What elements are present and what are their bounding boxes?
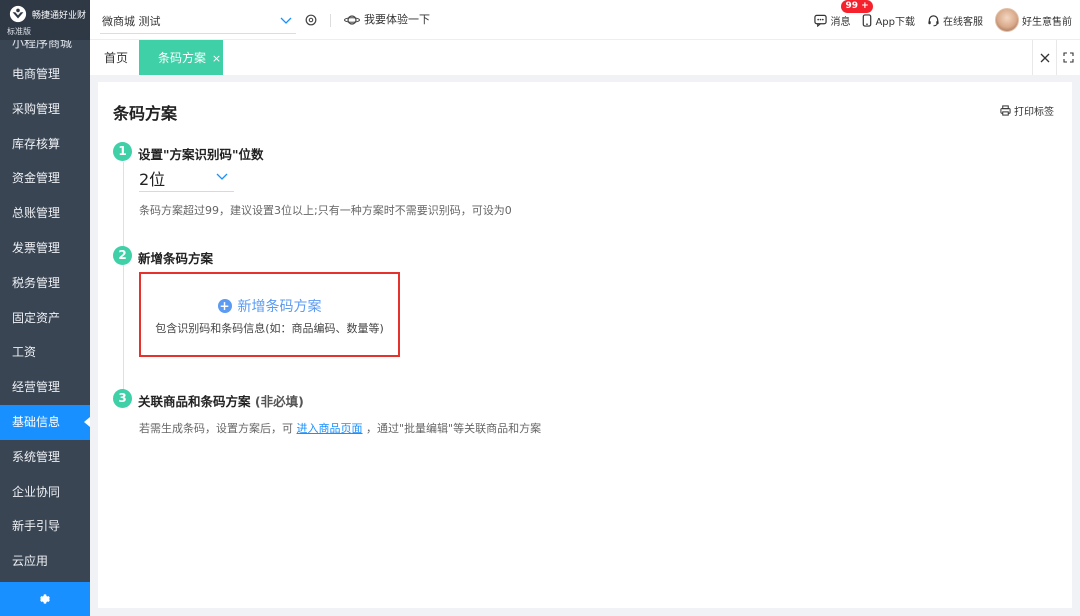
sidebar-item-inventory[interactable]: 库存核算 (0, 127, 90, 162)
close-icon (1040, 53, 1049, 62)
add-barcode-scheme-action: + 新增条码方案 (141, 296, 398, 316)
goto-product-page-link[interactable]: 进入商品页面 (297, 422, 363, 435)
close-icon[interactable]: × (212, 52, 221, 65)
step-2-badge: 2 (113, 246, 132, 265)
sidebar-item-ecommerce[interactable]: 电商管理 (0, 57, 90, 92)
sidebar-item-mini-program-mall[interactable]: 小程序商城 (0, 40, 90, 57)
store-select-value: 微商城 测试 (102, 15, 161, 28)
brand-name: 畅捷通好业财 (32, 11, 87, 21)
sidebar-item-collaboration[interactable]: 企业协同 (0, 475, 90, 510)
user-menu[interactable]: 好生意售前 (995, 8, 1072, 32)
online-service-label: 在线客服 (943, 16, 983, 28)
step-3-hint-after: ，通过"批量编辑"等关联商品和方案 (366, 422, 542, 435)
fullscreen-button[interactable] (1056, 40, 1080, 75)
sidebar-item-ledger[interactable]: 总账管理 (0, 196, 90, 231)
sidebar-item-basic-info[interactable]: 基础信息 (0, 404, 90, 440)
sidebar-settings-button[interactable] (0, 582, 90, 616)
app-download-label: App下载 (875, 16, 915, 28)
add-barcode-scheme-button[interactable]: + 新增条码方案 包含识别码和条码信息(如：商品编码、数量等) (139, 272, 400, 357)
sidebar: 畅捷通好业财 标准版 小程序商城 电商管理 采购管理 库存核算 资金管理 总账管… (0, 0, 90, 616)
sidebar-item-fixed-assets[interactable]: 固定资产 (0, 301, 90, 336)
step-3-hint: 若需生成条码，设置方案后，可 进入商品页面 ，通过"批量编辑"等关联商品和方案 (139, 420, 541, 436)
print-labels-button[interactable]: 打印标签 (1000, 103, 1054, 118)
user-name: 好生意售前 (1022, 16, 1072, 28)
sidebar-item-cloud-apps[interactable]: 云应用 (0, 544, 90, 576)
page-title: 条码方案 (113, 104, 178, 123)
step-2-title: 新增条码方案 (138, 251, 214, 266)
online-service-button[interactable]: 在线客服 (927, 13, 983, 28)
tab-barcode-scheme[interactable]: 条码方案 × (139, 40, 223, 75)
main-content: 条码方案 打印标签 1 设置"方案识别码"位数 2位 条码方案超过99，建议设置… (98, 82, 1072, 608)
plus-circle-icon: + (217, 299, 232, 313)
messages-badge: 99 + (841, 0, 873, 13)
step-3-title-text: 关联商品和条码方案 (138, 394, 251, 409)
messages-button[interactable]: 消息 99 + (814, 0, 873, 28)
step-1-badge: 1 (113, 142, 132, 161)
sidebar-item-system[interactable]: 系统管理 (0, 440, 90, 475)
add-barcode-scheme-description: 包含识别码和条码信息(如：商品编码、数量等) (155, 322, 384, 335)
add-barcode-scheme-label: 新增条码方案 (237, 299, 322, 315)
step-3-optional-tag: (非必填) (254, 394, 304, 409)
phone-icon (863, 13, 872, 27)
sidebar-item-payroll[interactable]: 工资 (0, 335, 90, 370)
top-bar: 微商城 测试 我要体验一下 消息 99 + App下载 在线客服 好生意售前 (90, 0, 1080, 40)
gear-icon[interactable] (304, 13, 318, 27)
gear-icon (40, 594, 50, 604)
app-download-button[interactable]: App下载 (862, 13, 915, 28)
messages-label: 消息 (830, 16, 851, 28)
printer-icon (1000, 105, 1011, 116)
step-3-title: 关联商品和条码方案 (非必填) (138, 391, 304, 410)
sidebar-item-operations[interactable]: 经营管理 (0, 370, 90, 405)
sidebar-item-funds[interactable]: 资金管理 (0, 161, 90, 196)
logo-icon (9, 5, 27, 23)
print-labels-label: 打印标签 (1014, 107, 1054, 118)
brand-edition: 标准版 (7, 27, 31, 36)
close-all-tabs-button[interactable] (1032, 40, 1056, 75)
sidebar-menu: 小程序商城 电商管理 采购管理 库存核算 资金管理 总账管理 发票管理 税务管理… (0, 40, 90, 576)
sidebar-item-invoice[interactable]: 发票管理 (0, 231, 90, 266)
headset-icon (928, 14, 939, 26)
sidebar-item-tax[interactable]: 税务管理 (0, 266, 90, 301)
chevron-down-icon (280, 17, 292, 24)
message-icon (814, 14, 828, 27)
avatar (995, 8, 1019, 32)
step-1-hint: 条码方案超过99，建议设置3位以上;只有一种方案时不需要识别码，可设为0 (139, 204, 512, 217)
digits-select-value: 2位 (139, 170, 166, 189)
planet-icon (344, 15, 360, 25)
chevron-down-icon (216, 173, 228, 180)
digits-select[interactable]: 2位 (139, 166, 234, 192)
tab-tools (1032, 40, 1080, 75)
fullscreen-icon (1063, 52, 1074, 63)
step-3-badge: 3 (113, 389, 132, 408)
tab-bar: 首页 条码方案 × (90, 40, 1080, 75)
tab-home[interactable]: 首页 (104, 40, 128, 75)
sidebar-item-guide[interactable]: 新手引导 (0, 509, 90, 544)
sidebar-item-purchase[interactable]: 采购管理 (0, 92, 90, 127)
step-3-hint-before: 若需生成条码，设置方案后，可 (139, 422, 293, 435)
tab-barcode-scheme-label: 条码方案 (158, 51, 207, 65)
store-select[interactable]: 微商城 测试 (100, 8, 296, 34)
top-right-actions: 消息 99 + App下载 在线客服 好生意售前 (814, 0, 1072, 40)
step-1-title: 设置"方案识别码"位数 (138, 147, 264, 162)
step-connector-line (123, 162, 124, 392)
try-experience-label: 我要体验一下 (364, 13, 430, 26)
try-experience-link[interactable]: 我要体验一下 (344, 0, 430, 40)
brand[interactable]: 畅捷通好业财 标准版 (0, 0, 90, 40)
divider (330, 14, 331, 27)
